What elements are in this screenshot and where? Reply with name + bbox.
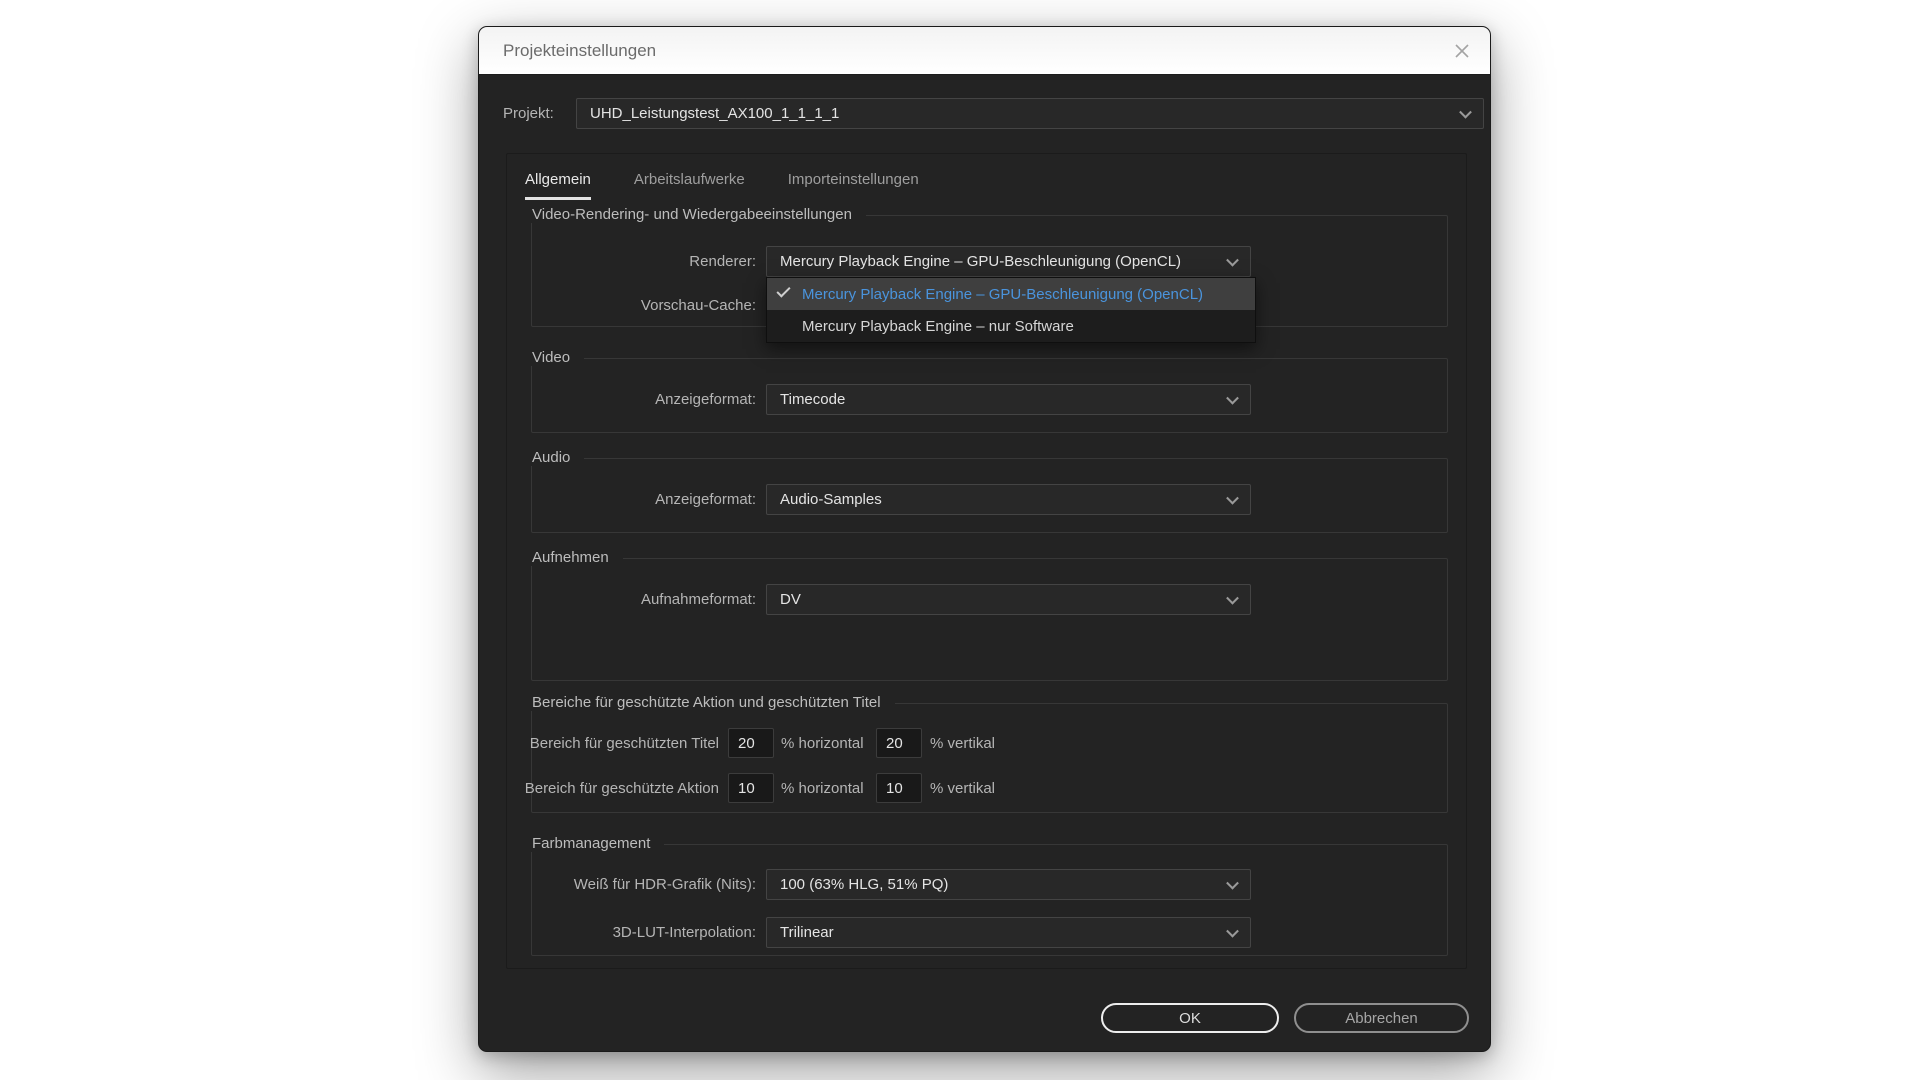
cancel-button[interactable]: Abbrechen [1294,1003,1469,1033]
safe-title-vertical-input[interactable] [876,728,922,758]
renderer-dropdown-value: Mercury Playback Engine – GPU-Beschleuni… [780,253,1181,270]
safe-title-vertical-unit: % vertikal [930,735,995,752]
close-icon [1454,43,1470,59]
tab-allgemein[interactable]: Allgemein [525,171,591,200]
audio-display-format-value: Audio-Samples [780,491,882,508]
renderer-dropdown[interactable]: Mercury Playback Engine – GPU-Beschleuni… [766,246,1251,277]
capture-format-value: DV [780,591,801,608]
menu-item-label: Mercury Playback Engine – nur Software [802,318,1074,335]
group-capture-title: Aufnehmen [531,549,623,566]
menu-item-software-only[interactable]: Mercury Playback Engine – nur Software [767,310,1255,342]
menu-item-label: Mercury Playback Engine – GPU-Beschleuni… [802,286,1203,303]
menu-item-gpu-opencl[interactable]: Mercury Playback Engine – GPU-Beschleuni… [767,278,1255,310]
safe-action-label: Bereich für geschützte Aktion [499,780,719,797]
group-color-management-title: Farbmanagement [531,835,664,852]
lut-interpolation-label: 3D-LUT-Interpolation: [519,924,756,941]
hdr-white-dropdown[interactable]: 100 (63% HLG, 51% PQ) [766,869,1251,900]
project-dropdown[interactable]: UHD_Leistungstest_AX100_1_1_1_1 [576,98,1484,129]
tab-bar: Allgemein Arbeitslaufwerke Importeinstel… [525,171,919,200]
ok-button[interactable]: OK [1101,1003,1279,1033]
video-display-format-value: Timecode [780,391,845,408]
group-safe-areas-title: Bereiche für geschützte Aktion und gesch… [531,694,895,711]
checkmark-icon [776,283,790,297]
chevron-down-icon [1226,253,1239,266]
tab-arbeitslaufwerke[interactable]: Arbeitslaufwerke [634,171,745,200]
chevron-down-icon [1226,491,1239,504]
project-settings-dialog: Projekteinstellungen Projekt: UHD_Leistu… [478,26,1491,1052]
chevron-down-icon [1459,105,1472,118]
group-capture: Aufnehmen [531,558,1448,681]
group-video-title: Video [531,349,584,366]
project-label: Projekt: [503,105,554,122]
safe-action-vertical-unit: % vertikal [930,780,995,797]
chevron-down-icon [1226,924,1239,937]
preview-cache-label: Vorschau-Cache: [519,297,756,314]
chevron-down-icon [1226,591,1239,604]
lut-interpolation-value: Trilinear [780,924,834,941]
close-button[interactable] [1446,36,1478,66]
chevron-down-icon [1226,876,1239,889]
safe-action-vertical-input[interactable] [876,773,922,803]
renderer-label: Renderer: [519,253,756,270]
capture-format-label: Aufnahmeformat: [519,591,756,608]
video-display-format-dropdown[interactable]: Timecode [766,384,1251,415]
capture-format-dropdown[interactable]: DV [766,584,1251,615]
project-dropdown-value: UHD_Leistungstest_AX100_1_1_1_1 [590,105,839,122]
audio-display-format-label: Anzeigeformat: [519,491,756,508]
safe-title-horizontal-unit: % horizontal [781,735,864,752]
dialog-title: Projekteinstellungen [503,41,656,61]
group-audio-title: Audio [531,449,584,466]
video-display-format-label: Anzeigeformat: [519,391,756,408]
safe-title-label: Bereich für geschützten Titel [499,735,719,752]
renderer-dropdown-menu: Mercury Playback Engine – GPU-Beschleuni… [766,277,1256,343]
hdr-white-value: 100 (63% HLG, 51% PQ) [780,876,948,893]
tab-importeinstellungen[interactable]: Importeinstellungen [788,171,919,200]
hdr-white-label: Weiß für HDR-Grafik (Nits): [519,876,756,893]
audio-display-format-dropdown[interactable]: Audio-Samples [766,484,1251,515]
group-video-rendering-title: Video-Rendering- und Wiedergabeeinstellu… [531,206,866,223]
lut-interpolation-dropdown[interactable]: Trilinear [766,917,1251,948]
dialog-titlebar: Projekteinstellungen [479,27,1490,75]
chevron-down-icon [1226,391,1239,404]
safe-action-horizontal-unit: % horizontal [781,780,864,797]
safe-title-horizontal-input[interactable] [728,728,774,758]
safe-action-horizontal-input[interactable] [728,773,774,803]
